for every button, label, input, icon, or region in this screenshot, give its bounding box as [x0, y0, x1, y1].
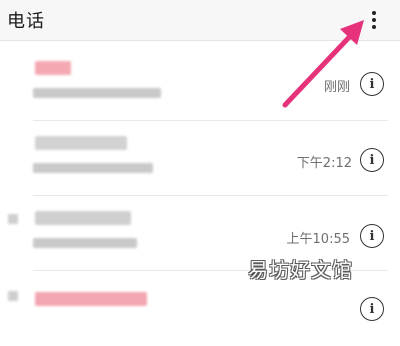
watermark: 易坊好文馆 — [248, 258, 353, 282]
info-icon[interactable]: i — [360, 297, 384, 321]
